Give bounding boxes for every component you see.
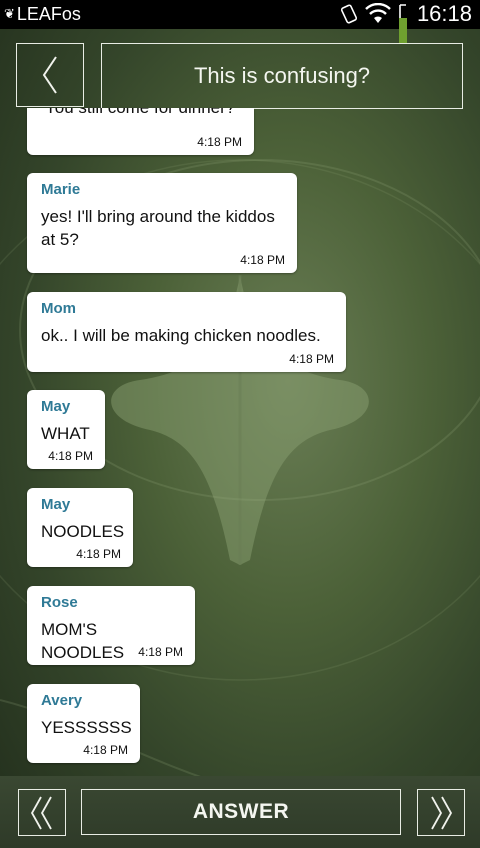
double-chevron-right-icon [431, 796, 453, 829]
status-bar: ❦ LEAFos 16:18 [0, 0, 480, 29]
message-time: 4:18 PM [76, 547, 121, 561]
status-time: 16:18 [416, 1, 472, 26]
carrier-label: LEAFos [16, 4, 81, 24]
message-bubble: Rose MOM'S NOODLES 4:18 PM [27, 586, 195, 665]
message-time: 4:18 PM [197, 135, 242, 149]
message-sender: Marie [41, 181, 81, 198]
message-time: 4:18 PM [240, 253, 285, 267]
double-chevron-left-icon [30, 796, 52, 829]
message-bubble: Avery YESSSSSS 4:18 PM [27, 684, 140, 763]
message-time: 4:18 PM [48, 449, 93, 463]
message-time: 4:18 PM [138, 645, 183, 659]
message-sender: May [41, 398, 71, 415]
message-sender: May [41, 496, 71, 513]
message-bubble: Mom ok.. I will be making chicken noodle… [27, 292, 346, 372]
message-sender: Avery [41, 692, 83, 709]
wifi-icon [365, 3, 391, 23]
message-time: 4:18 PM [289, 352, 334, 366]
message-time: 4:18 PM [83, 743, 128, 757]
answer-button-label: ANSWER [192, 800, 290, 823]
message-text: YESSSSSS [41, 718, 132, 737]
message-sender: Rose [41, 594, 78, 611]
conversation-title: This is confusing? [193, 63, 371, 88]
rotate-icon [340, 4, 358, 24]
message-text: ok.. I will be making chicken noodles. [41, 326, 321, 345]
message-sender: Mom [41, 300, 76, 317]
message-bubble-clipped: You still come for dinner? 4:18 PM [27, 108, 254, 155]
back-button[interactable] [16, 43, 84, 107]
conversation-title-box: This is confusing? [101, 43, 463, 109]
carrier: ❦ LEAFos [4, 2, 81, 26]
message-bubble: May NOODLES 4:18 PM [27, 488, 133, 567]
message-text: WHAT [41, 424, 90, 443]
battery-level-bar [399, 18, 407, 44]
next-button[interactable] [417, 789, 465, 836]
message-bubble: Marie yes! I'll bring around the kiddos … [27, 173, 297, 273]
message-text: yes! I'll bring around the kiddos at 5? [41, 207, 275, 249]
answer-button[interactable]: ANSWER [81, 789, 401, 835]
previous-button[interactable] [18, 789, 66, 836]
message-text: You still come for dinner? [45, 108, 235, 118]
message-bubble: May WHAT 4:18 PM [27, 390, 105, 469]
message-text: NOODLES [41, 522, 125, 541]
leaf-icon: ❦ [4, 6, 15, 21]
chevron-left-icon [42, 56, 57, 94]
